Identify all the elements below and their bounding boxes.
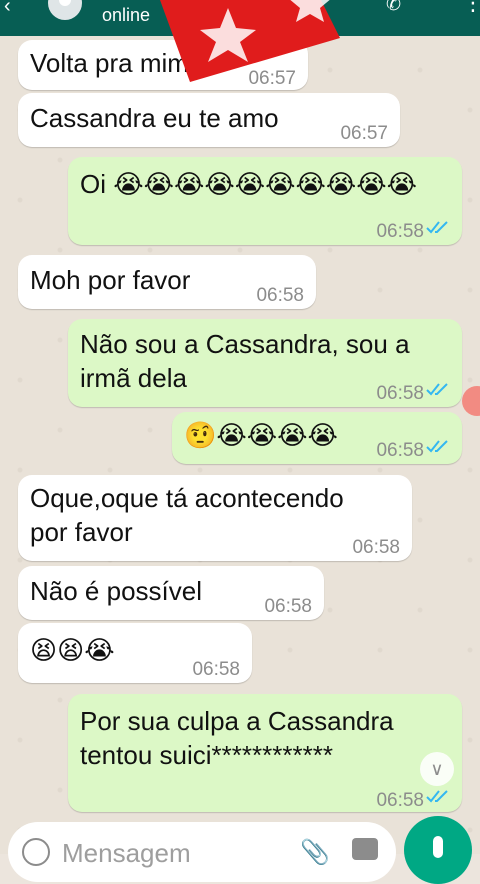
camera-icon[interactable] [352,838,378,860]
avatar[interactable] [48,0,82,20]
red-star-sticker [160,0,340,82]
message-bubble-outgoing[interactable]: Oi 😭😭😭😭😭😭😭😭😭😭 06:58 [68,157,462,245]
message-text: Não é possível [30,576,202,606]
arrow-left-icon[interactable]: ‹ [4,0,22,18]
message-time: 06:58 [376,790,424,811]
message-text: 🤨😭😭😭😭 [184,420,338,450]
double-check-icon [426,221,448,234]
message-time: 06:58 [376,440,424,461]
message-time: 06:58 [376,383,424,404]
message-time: 06:58 [264,596,312,617]
message-bubble-outgoing[interactable]: Por sua culpa a Cassandra tentou suici**… [68,694,462,812]
message-time: 06:58 [376,221,424,242]
emoji-icon[interactable] [22,838,50,866]
message-text: Cassandra eu te amo [30,103,279,133]
message-bubble-incoming[interactable]: Cassandra eu te amo 06:57 [18,93,400,147]
message-time: 06:57 [340,123,388,144]
message-text: Oi 😭😭😭😭😭😭😭😭😭😭 [80,169,418,199]
message-bubble-incoming[interactable]: Moh por favor 06:58 [18,255,316,309]
message-bubble-incoming[interactable]: 😫😫😭 06:58 [18,623,252,683]
paperclip-icon[interactable]: 📎 [300,838,330,867]
double-check-icon [426,383,448,396]
contact-status: online [102,5,151,25]
message-text: Moh por favor [30,265,191,295]
message-bubble-outgoing[interactable]: Não sou a Cassandra, sou a irmã dela 06:… [68,319,462,407]
double-check-icon [426,790,448,803]
double-check-icon [426,440,448,453]
message-time: 06:58 [352,537,400,558]
message-text: 😫😫😭 [30,635,115,665]
message-time: 06:58 [256,285,304,306]
message-text: Não sou a Cassandra, sou a irmã dela [80,329,410,393]
mic-button[interactable] [404,816,472,884]
message-time: 06:58 [192,659,240,680]
more-vert-icon[interactable]: ⋮ [462,0,480,16]
phone-icon[interactable]: ✆ [386,0,401,15]
scroll-down-button[interactable]: ∨ [420,752,454,786]
message-text: Oque,oque tá acontecendo por favor [30,483,344,547]
message-bubble-incoming[interactable]: Oque,oque tá acontecendo por favor 06:58 [18,475,412,561]
message-bubble-outgoing[interactable]: 🤨😭😭😭😭 06:58 [172,412,462,464]
message-text: Por sua culpa a Cassandra tentou suici**… [80,706,394,770]
message-bubble-incoming[interactable]: Não é possível 06:58 [18,566,324,620]
